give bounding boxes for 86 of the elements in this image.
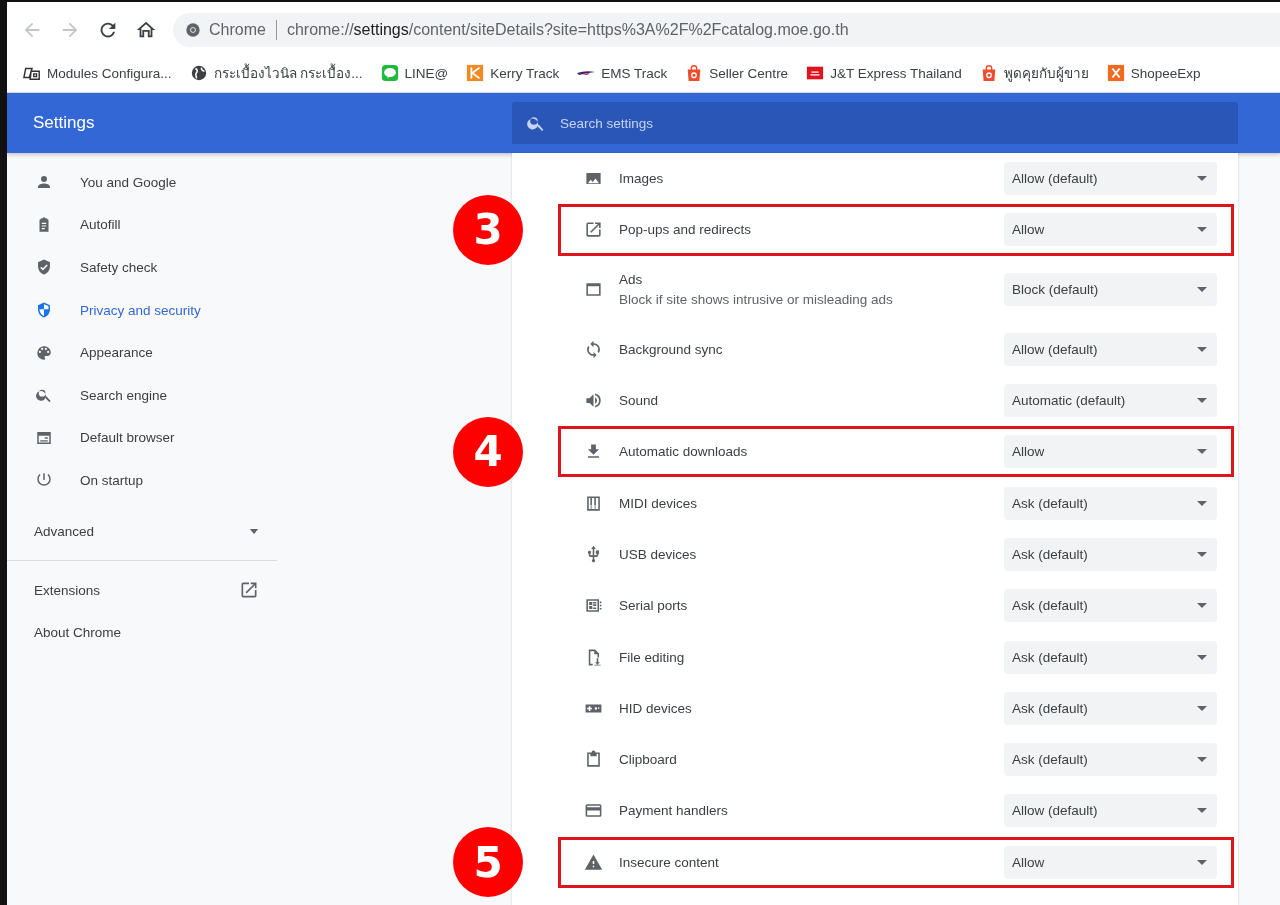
dropdown-arrow-icon bbox=[1197, 346, 1207, 352]
permission-label: Payment handlers bbox=[619, 803, 729, 819]
dropdown-arrow-icon bbox=[1197, 227, 1207, 233]
url-text: chrome://settings/content/siteDetails?site=https%3A%2F%2Fcatalog.moe.go.th bbox=[286, 21, 849, 39]
k-logo-icon bbox=[466, 64, 485, 82]
chrome-logo-icon bbox=[185, 22, 201, 38]
nav-item[interactable]: Search engine bbox=[7, 373, 285, 417]
dropdown-arrow-icon bbox=[1197, 176, 1207, 182]
address-bar[interactable]: Chrome chrome://settings/content/siteDetails?site=https%3A%2F%2Fcatalog.moe.go.th bbox=[173, 13, 1280, 47]
permission-label: File editing bbox=[619, 649, 686, 665]
shield-icon bbox=[35, 301, 53, 320]
nav-item[interactable]: Privacy and security bbox=[7, 288, 285, 332]
nav-item[interactable]: Appearance bbox=[7, 331, 285, 374]
permission-dropdown[interactable]: Allow bbox=[1004, 435, 1217, 469]
dropdown-arrow-icon bbox=[1197, 603, 1207, 609]
permission-dropdown[interactable]: Allow (default) bbox=[1004, 162, 1217, 196]
permission-dropdown[interactable]: Ask (default) bbox=[1004, 589, 1217, 623]
permission-dropdown[interactable]: Ask (default) bbox=[1004, 537, 1217, 571]
dropdown-arrow-icon bbox=[1197, 449, 1207, 455]
permission-dropdown[interactable]: Automatic (default) bbox=[1004, 384, 1217, 418]
nav-item[interactable]: On startup bbox=[7, 459, 285, 502]
open-external-icon bbox=[584, 220, 603, 240]
globe-icon bbox=[189, 64, 208, 82]
open-external-icon bbox=[239, 580, 259, 600]
permission-dropdown[interactable]: Ask (default) bbox=[1004, 486, 1217, 520]
permission-dropdown[interactable]: Allow bbox=[1004, 213, 1217, 247]
chat-bubble-icon bbox=[380, 64, 399, 82]
permission-label: Background sync bbox=[619, 341, 724, 357]
step-number-badge: 3 bbox=[453, 194, 523, 265]
permission-dropdown[interactable]: Ask (default) bbox=[1004, 743, 1217, 777]
permission-label: Serial ports bbox=[619, 598, 689, 614]
permission-label: HID devices bbox=[619, 700, 693, 716]
sync-icon bbox=[584, 339, 603, 359]
advanced-toggle[interactable]: Advanced bbox=[34, 513, 259, 550]
bookmark[interactable]: Seller Centre bbox=[685, 64, 789, 82]
permission-label: MIDI devices bbox=[619, 495, 699, 511]
dropdown-arrow-icon bbox=[1197, 398, 1207, 404]
x-logo-icon bbox=[1106, 64, 1125, 82]
dropdown-arrow-icon bbox=[1197, 654, 1207, 660]
permission-label: Insecure content bbox=[619, 854, 720, 870]
permission-dropdown[interactable]: Ask (default) bbox=[1004, 691, 1217, 725]
nav-link[interactable]: Extensions bbox=[34, 568, 259, 612]
bookmark[interactable]: กระเบื้องไวนิล กระเบื้อง... bbox=[189, 62, 363, 84]
shield-check-icon bbox=[35, 258, 53, 277]
warning-icon bbox=[584, 852, 603, 872]
bookmark[interactable]: Modules Configura... bbox=[23, 64, 172, 82]
page-title: Settings bbox=[33, 113, 95, 132]
bookmark[interactable]: EMS Track bbox=[577, 65, 668, 81]
bookmark[interactable]: J&T Express Thailand bbox=[806, 64, 962, 82]
dropdown-arrow-icon bbox=[1197, 551, 1207, 557]
permission-description: Block if site shows intrusive or misleading ads bbox=[619, 292, 894, 308]
permission-dropdown[interactable]: Allow (default) bbox=[1004, 794, 1217, 828]
square-logo-icon bbox=[806, 64, 825, 82]
permission-label: Ads bbox=[619, 272, 644, 288]
step-number-badge: 4 bbox=[453, 416, 523, 487]
permission-label: Sound bbox=[619, 393, 660, 409]
permission-label: Clipboard bbox=[619, 752, 678, 768]
bookmark[interactable]: Kerry Track bbox=[466, 64, 560, 82]
permission-label: Pop-ups and redirects bbox=[619, 222, 753, 238]
permission-label: USB devices bbox=[619, 546, 698, 562]
permission-dropdown[interactable]: Ask (default) bbox=[1004, 640, 1217, 674]
piano-keys-icon bbox=[584, 493, 603, 513]
step-number-badge: 5 bbox=[453, 827, 523, 898]
search-field[interactable]: Search settings bbox=[512, 102, 1238, 144]
clipboard-icon bbox=[584, 750, 603, 770]
dropdown-arrow-icon bbox=[1197, 808, 1207, 814]
nav-item[interactable]: Safety check bbox=[7, 246, 285, 289]
bookmark[interactable]: LINE@ bbox=[380, 64, 449, 82]
site-label: Chrome bbox=[209, 21, 266, 39]
dropdown-arrow-icon bbox=[1197, 705, 1207, 711]
nav-link[interactable]: About Chrome bbox=[34, 611, 259, 654]
nav-item[interactable]: You and Google bbox=[7, 161, 285, 204]
permission-label: Images bbox=[619, 171, 665, 187]
nav-item[interactable]: Default browser bbox=[7, 416, 285, 460]
permission-dropdown[interactable]: Allow (default) bbox=[1004, 332, 1217, 366]
permission-dropdown[interactable]: Allow bbox=[1004, 845, 1217, 879]
dropdown-arrow-icon bbox=[1197, 859, 1207, 865]
dropdown-arrow-icon bbox=[1197, 757, 1207, 763]
dropdown-arrow-icon bbox=[1197, 500, 1207, 506]
permission-label: Automatic downloads bbox=[619, 444, 749, 460]
palette-icon bbox=[35, 343, 53, 362]
bookmark[interactable]: ShopeeExp bbox=[1106, 64, 1201, 82]
nav-item[interactable]: Autofill bbox=[7, 203, 285, 247]
dropdown-arrow-icon bbox=[1197, 287, 1207, 293]
permission-dropdown[interactable]: Block (default) bbox=[1004, 273, 1217, 307]
bookmark[interactable]: พูดคุยกับผู้ขาย bbox=[979, 62, 1089, 84]
